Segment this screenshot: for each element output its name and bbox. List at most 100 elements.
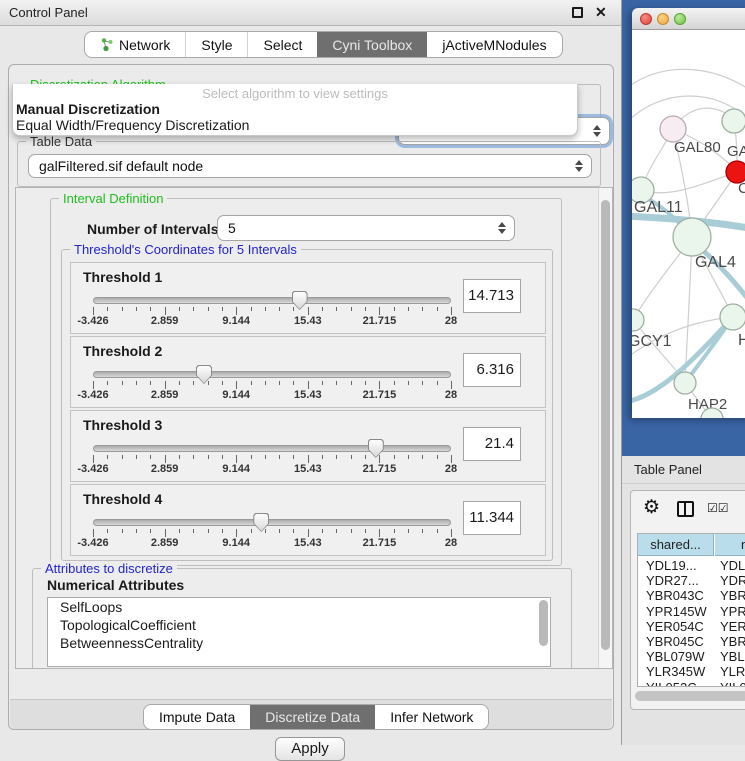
table-row[interactable]: YER054CYER0... (638, 619, 745, 634)
tick-label: -3.426 (77, 537, 108, 549)
table-data-combobox[interactable]: galFiltered.sif default node (28, 154, 592, 178)
cell-name: YER0... (720, 619, 745, 634)
network-node-hap2[interactable] (674, 372, 696, 394)
mac-close-button[interactable] (640, 13, 652, 25)
threshold-value-field[interactable]: 11.344 (463, 501, 521, 535)
table-row[interactable]: YIL052C YIL0... (638, 680, 745, 687)
tab-jactivemnodules[interactable]: jActiveMNodules (427, 32, 561, 57)
cell-name: YBL0... (720, 649, 745, 664)
network-canvas[interactable]: GAL80GACGAL11GAL4GCY1HHAP2 (632, 30, 745, 418)
tick-label: 15.43 (294, 389, 322, 401)
list-item[interactable]: SelfLoops (48, 598, 550, 616)
dropdown-option-manual-discretization[interactable]: Manual Discretization (16, 101, 576, 117)
panel-scrollbar[interactable] (598, 188, 612, 668)
network-node-ga[interactable] (722, 109, 745, 133)
slider-thumb[interactable] (196, 365, 212, 384)
slider-track[interactable] (93, 519, 451, 526)
mac-minimize-button[interactable] (657, 13, 669, 25)
threshold-value-field[interactable]: 21.4 (463, 427, 521, 461)
network-node-label: GAL11 (634, 199, 683, 216)
table-row[interactable]: YBR043CYBR0... (638, 588, 745, 603)
list-item[interactable]: BetweennessCentrality (48, 634, 550, 652)
network-node-gcy1[interactable] (632, 309, 644, 331)
float-window-icon[interactable] (572, 7, 583, 18)
table-row[interactable]: YDR27...YDR2... (638, 573, 745, 588)
slider-track[interactable] (93, 297, 451, 304)
tab-discretize-data[interactable]: Discretize Data (250, 705, 375, 729)
network-icon (100, 37, 114, 52)
tick-label: 21.715 (363, 537, 397, 549)
slider-ticks (93, 307, 451, 315)
network-node-label: GAL80 (674, 139, 721, 156)
table-hscrollbar[interactable] (635, 691, 745, 701)
slider-ticks (93, 381, 451, 389)
numerical-attributes-label: Numerical Attributes (47, 577, 184, 593)
group-title: Attributes to discretize (41, 561, 177, 576)
select-checkbox-icons[interactable]: ☑☑ (707, 501, 729, 515)
slider-ticks (93, 455, 451, 463)
number-of-intervals-combobox[interactable]: 5 (217, 215, 515, 241)
cell-name: YIL0... (720, 680, 745, 687)
threshold-slider[interactable]: -3.4262.8599.14415.4321.71528 (93, 513, 451, 551)
slider-scale: -3.4262.8599.14415.4321.71528 (93, 537, 451, 549)
threshold-slider[interactable]: -3.4262.8599.14415.4321.71528 (93, 365, 451, 403)
tab-style[interactable]: Style (185, 32, 247, 57)
columns-icon[interactable] (677, 501, 694, 517)
threshold-panel-4: Threshold 4-3.4262.8599.14415.4321.71528… (70, 484, 546, 556)
apply-button[interactable]: Apply (275, 737, 345, 761)
tab-cyni-toolbox[interactable]: Cyni Toolbox (317, 32, 427, 57)
threshold-slider[interactable]: -3.4262.8599.14415.4321.71528 (93, 291, 451, 329)
control-panel: Control Panel ✕ Network Style Select Cyn… (0, 0, 622, 745)
cyni-content-panel: Discretization Algorithm Table Data galF… (8, 64, 614, 730)
tab-label: Select (263, 37, 302, 53)
cell-name: YDL1... (720, 558, 745, 573)
tab-impute-data[interactable]: Impute Data (144, 705, 250, 729)
gear-icon[interactable]: ⚙ (643, 497, 660, 519)
tick-label: 15.43 (294, 315, 322, 327)
dropdown-option-equal-width-frequency[interactable]: Equal Width/Frequency Discretization (16, 117, 576, 133)
threshold-value-field[interactable]: 6.316 (463, 353, 521, 387)
table-row[interactable]: YLR345WYLR3... (638, 664, 745, 679)
column-header-name[interactable]: na... (715, 534, 745, 556)
slider-track[interactable] (93, 371, 451, 378)
network-node-h[interactable] (720, 304, 745, 330)
cell-name: YLR3... (720, 664, 745, 679)
threshold-slider[interactable]: -3.4262.8599.14415.4321.71528 (93, 439, 451, 477)
tab-infer-network[interactable]: Infer Network (375, 705, 488, 729)
table-row[interactable]: YBR045CYBR0... (638, 634, 745, 649)
tick-label: 2.859 (151, 315, 179, 327)
slider-track[interactable] (93, 445, 451, 452)
cell-shared-name: YBL079W (646, 649, 705, 664)
list-scrollbar[interactable] (539, 600, 548, 646)
tab-label: Network (119, 37, 170, 53)
threshold-panel-3: Threshold 3-3.4262.8599.14415.4321.71528… (70, 410, 546, 482)
close-icon[interactable]: ✕ (595, 4, 607, 21)
slider-thumb[interactable] (368, 439, 384, 458)
numerical-attributes-list[interactable]: SelfLoopsTopologicalCoefficientBetweenne… (47, 597, 551, 667)
panel-title: Control Panel (9, 5, 88, 20)
number-of-intervals-label: Number of Intervals (87, 221, 218, 237)
slider-thumb[interactable] (292, 291, 308, 310)
tab-network[interactable]: Network (85, 32, 185, 57)
slider-thumb[interactable] (253, 513, 269, 532)
table-row[interactable]: YPR145WYPR1... (638, 604, 745, 619)
algorithm-dropdown-popup: Select algorithm to view settings Manual… (12, 84, 578, 136)
tab-select[interactable]: Select (247, 32, 317, 57)
network-node-label: GCY1 (632, 333, 672, 350)
tick-label: 28 (445, 463, 457, 475)
mac-zoom-button[interactable] (674, 13, 686, 25)
cell-shared-name: YIL052C (646, 680, 697, 687)
cell-shared-name: YBR045C (646, 634, 704, 649)
table-row[interactable]: YDL19...YDL1... (638, 558, 745, 573)
table-row[interactable]: YBL079W YBL0... (638, 649, 745, 664)
tick-label: 28 (445, 389, 457, 401)
column-header-shared[interactable]: shared... (638, 534, 714, 556)
list-item[interactable]: TopologicalCoefficient (48, 616, 550, 634)
network-node-label: H (738, 332, 745, 349)
slider-ticks (93, 529, 451, 537)
network-node-gal4[interactable] (673, 218, 711, 256)
network-window-titlebar[interactable] (632, 8, 745, 30)
threshold-panel-1: Threshold 1-3.4262.8599.14415.4321.71528… (70, 262, 546, 334)
threshold-value-field[interactable]: 14.713 (463, 279, 521, 313)
cell-shared-name: YBR043C (646, 588, 704, 603)
